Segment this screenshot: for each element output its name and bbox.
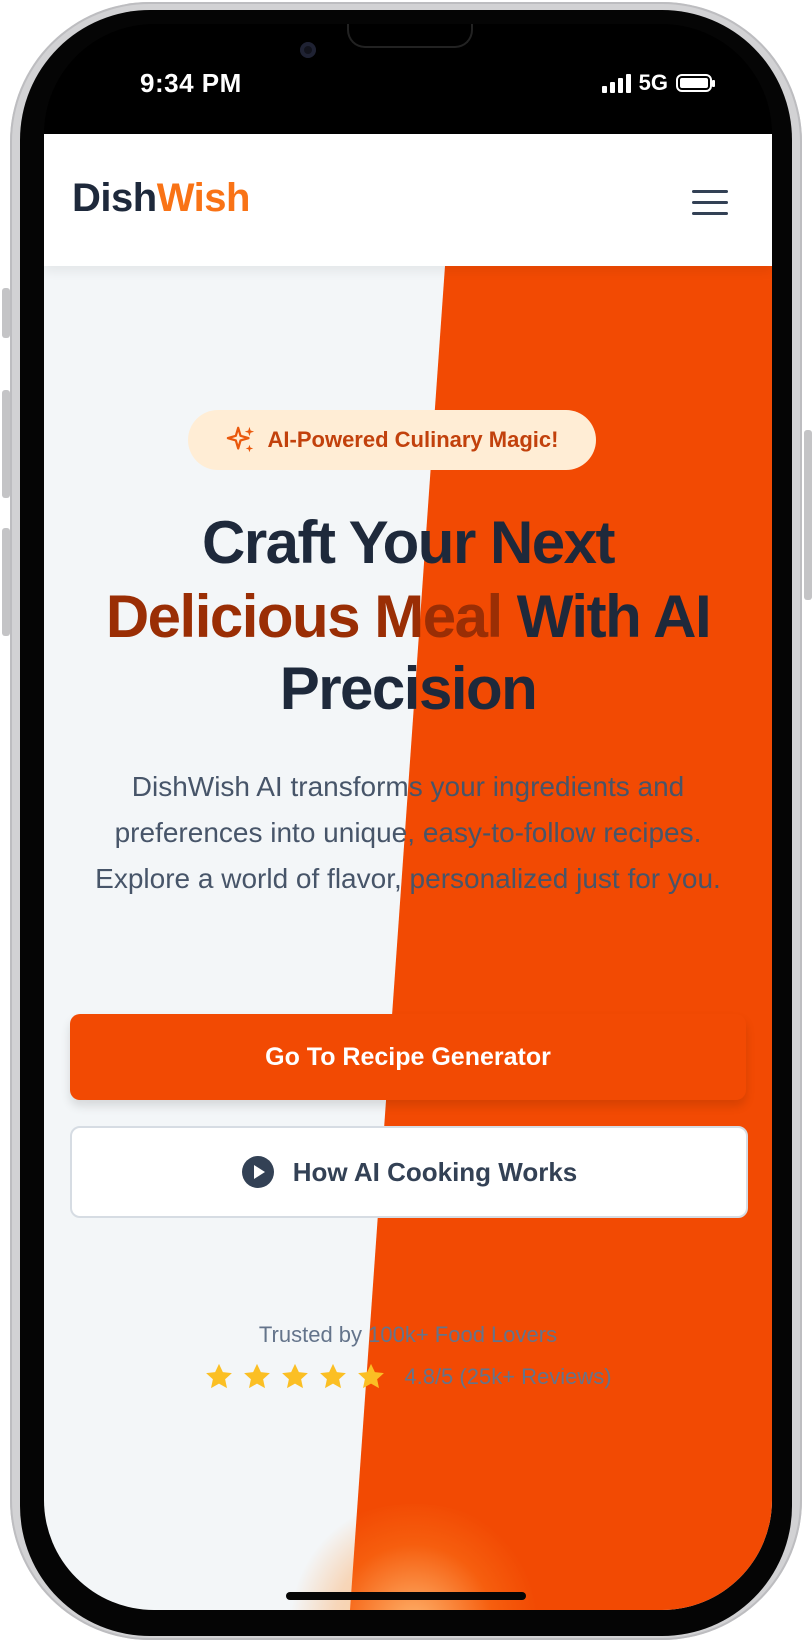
sparkle-icon xyxy=(226,426,254,453)
hero-description: DishWish AI transforms your ingredients … xyxy=(95,771,721,894)
status-indicators: 5G xyxy=(601,70,715,96)
status-time: 9:34 PM xyxy=(140,68,242,98)
star-icon xyxy=(244,1363,271,1389)
ai-badge: AI-Powered Culinary Magic! xyxy=(188,410,596,470)
star-icon xyxy=(320,1363,347,1389)
go-to-recipe-generator-button[interactable]: Go To Recipe Generator xyxy=(70,1014,746,1100)
play-icon xyxy=(241,1156,274,1188)
phone-screen: 9:34 PM 5G DishWish AI-Powered Culinary … xyxy=(44,24,772,1610)
primary-button-label: Go To Recipe Generator xyxy=(265,1042,551,1071)
headline-line-2-rest: With AI xyxy=(501,583,712,650)
trusted-text: Trusted by 100k+ Food Lovers xyxy=(258,1322,558,1347)
star-rating xyxy=(204,1362,386,1392)
star-icon xyxy=(206,1363,233,1389)
hamburger-menu-icon[interactable] xyxy=(692,190,728,216)
app-viewport: DishWish AI-Powered Culinary Magic! Craf… xyxy=(44,134,772,1610)
side-button-volume-up xyxy=(2,390,10,498)
secondary-button-label: How AI Cooking Works xyxy=(292,1156,578,1187)
brand-logo[interactable]: DishWish xyxy=(72,176,250,221)
headline-line-1-text: Craft Your Next xyxy=(201,509,616,576)
signal-icon xyxy=(601,73,631,93)
headline-line-3: Precision xyxy=(44,652,772,726)
rating-row: 4.8/5 (25k+ Reviews) xyxy=(44,1362,772,1392)
logo-text-dish: Dish xyxy=(72,176,157,220)
front-camera xyxy=(300,42,316,58)
how-ai-cooking-works-button[interactable]: How AI Cooking Works xyxy=(70,1126,748,1218)
headline-line-2: Delicious Meal With AI xyxy=(44,580,772,654)
rating-text: 4.8/5 (25k+ Reviews) xyxy=(404,1364,612,1389)
star-icon xyxy=(282,1363,309,1389)
badge-label: AI-Powered Culinary Magic! xyxy=(267,427,559,452)
battery-icon xyxy=(676,74,715,92)
side-button-volume-down xyxy=(2,528,10,636)
top-navbar: DishWish xyxy=(44,134,772,266)
logo-text-wish: Wish xyxy=(156,176,251,220)
star-icon xyxy=(358,1363,385,1389)
side-button-mute xyxy=(2,288,10,338)
headline-line-3-text: Precision xyxy=(279,655,538,722)
side-button-power xyxy=(804,430,812,600)
home-indicator[interactable] xyxy=(286,1592,526,1600)
dynamic-island xyxy=(347,24,473,48)
headline-line-1: Craft Your Next xyxy=(44,506,772,580)
headline-accent: Delicious Meal xyxy=(105,583,503,650)
network-type: 5G xyxy=(638,70,668,95)
